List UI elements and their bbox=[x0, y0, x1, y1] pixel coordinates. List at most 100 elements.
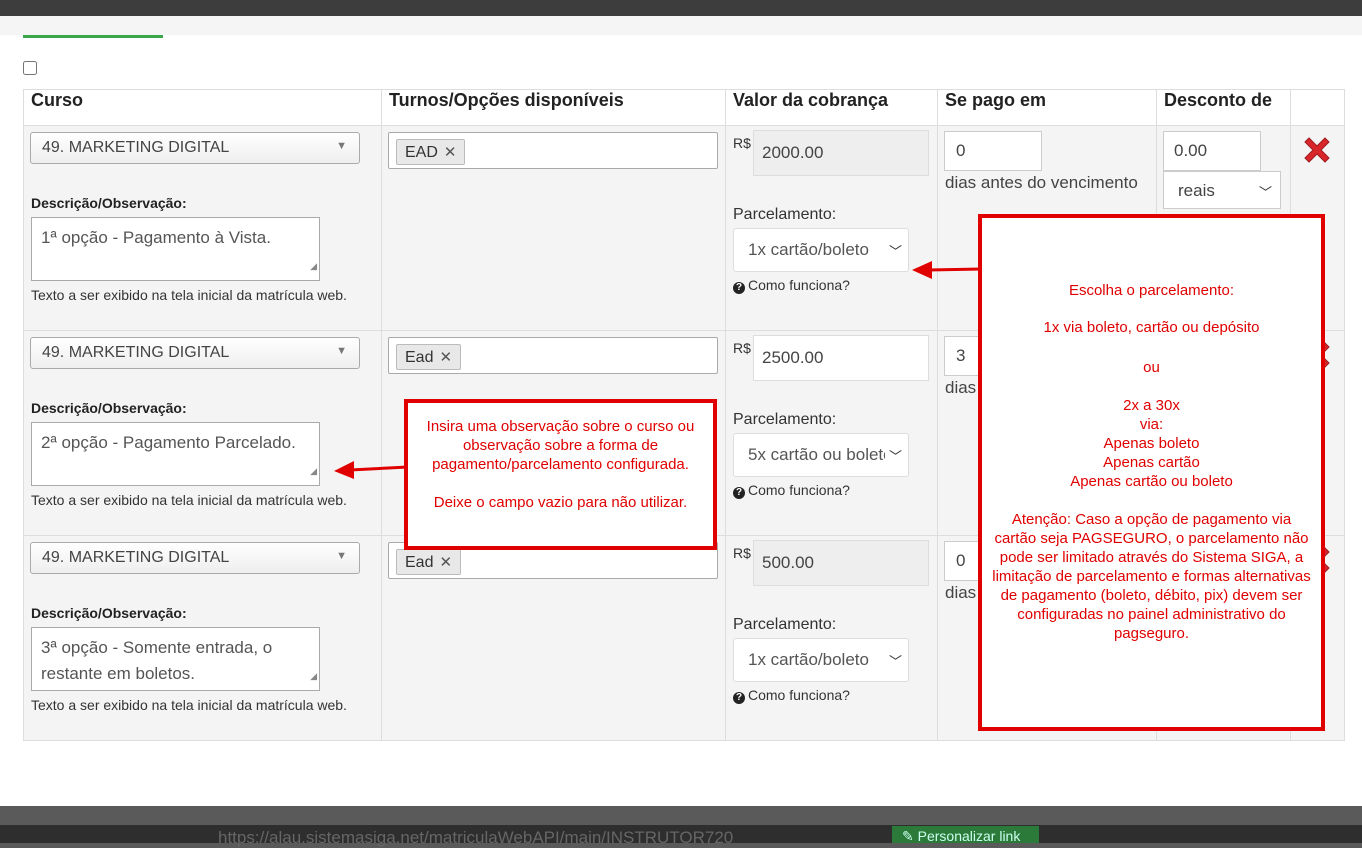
course-select[interactable]: 49. MARKETING DIGITAL ▼ bbox=[30, 337, 360, 369]
description-help-text: Texto a ser exibido na tela inicial da m… bbox=[31, 492, 347, 508]
header-se-pago-em: Se pago em bbox=[937, 89, 1157, 126]
question-circle-icon: ? bbox=[733, 692, 745, 704]
currency-label: R$ bbox=[733, 340, 751, 356]
red-x-icon[interactable] bbox=[1300, 133, 1334, 167]
callout-line: Escolha o parcelamento: bbox=[1068, 282, 1235, 299]
turno-tag-label: Ead bbox=[405, 554, 434, 571]
turnos-multiselect[interactable]: EAD ✕ bbox=[388, 132, 718, 169]
description-help-text: Texto a ser exibido na tela inicial da m… bbox=[31, 697, 347, 713]
cell-curso: 49. MARKETING DIGITAL ▼ Descrição/Observ… bbox=[23, 535, 382, 741]
cell-valor: R$ 2500.00 Parcelamento: 5x cartão ou bo… bbox=[725, 330, 938, 536]
header-valor: Valor da cobrança bbox=[725, 89, 938, 126]
turno-tag-label: EAD bbox=[405, 144, 438, 161]
description-textarea[interactable]: 3ª opção - Somente entrada, o restante e… bbox=[31, 627, 320, 691]
how-it-works-link[interactable]: ? Como funciona? bbox=[733, 277, 850, 294]
resize-grip-icon[interactable]: ◢ bbox=[310, 663, 317, 689]
description-textarea[interactable]: 1ª opção - Pagamento à Vista. ◢ bbox=[31, 217, 320, 281]
discount-unit-value: reais bbox=[1178, 181, 1215, 200]
turno-tag: Ead ✕ bbox=[396, 549, 462, 575]
cell-curso: 49. MARKETING DIGITAL ▼ Descrição/Observ… bbox=[23, 125, 382, 331]
course-select-value: 49. MARKETING DIGITAL bbox=[42, 549, 230, 566]
cell-turnos: EAD ✕ bbox=[381, 125, 726, 331]
turno-tag: EAD ✕ bbox=[396, 139, 466, 165]
currency-label: R$ bbox=[733, 135, 751, 151]
close-icon[interactable]: ✕ bbox=[439, 554, 452, 571]
panel-header-band bbox=[0, 16, 1362, 35]
close-icon[interactable]: ✕ bbox=[444, 144, 457, 161]
description-text: 3ª opção - Somente entrada, o restante e… bbox=[41, 638, 273, 683]
how-it-works-link[interactable]: ? Como funciona? bbox=[733, 687, 850, 704]
chevron-down-icon: ﹀ bbox=[884, 651, 902, 670]
callout-line: via: bbox=[1139, 416, 1164, 433]
question-circle-icon: ? bbox=[733, 487, 745, 499]
days-label: dias bbox=[945, 378, 977, 397]
arrow-left-icon bbox=[912, 261, 983, 279]
active-tab-indicator bbox=[23, 35, 163, 38]
callout-observacao-note: Deixe o campo vazio para não utilizar. bbox=[433, 494, 688, 511]
how-it-works-text: Como funciona? bbox=[748, 277, 850, 293]
course-select-value: 49. MARKETING DIGITAL bbox=[42, 139, 230, 156]
parcelamento-label: Parcelamento: bbox=[733, 206, 837, 223]
callout-line: Apenas cartão ou boleto bbox=[1070, 473, 1233, 490]
modal-top-border bbox=[0, 0, 1362, 16]
select-all-checkbox[interactable] bbox=[23, 61, 37, 75]
edit-icon: ✎ bbox=[902, 828, 918, 844]
parcelamento-label: Parcelamento: bbox=[733, 616, 837, 633]
callout-line: Apenas cartão bbox=[1103, 454, 1200, 471]
chevron-down-icon: ▼ bbox=[336, 550, 347, 562]
question-circle-icon: ? bbox=[733, 282, 745, 294]
callout-line: Apenas boleto bbox=[1103, 435, 1200, 452]
cell-turnos: Ead ✕ bbox=[381, 535, 726, 741]
parcelamento-value: 5x cartão ou boleto bbox=[748, 445, 893, 464]
course-select[interactable]: 49. MARKETING DIGITAL ▼ bbox=[30, 542, 360, 574]
personalizar-link-button[interactable]: ✎ Personalizar link bbox=[892, 826, 1039, 844]
chevron-down-icon: ﹀ bbox=[1258, 185, 1272, 200]
course-select[interactable]: 49. MARKETING DIGITAL ▼ bbox=[30, 132, 360, 164]
turnos-multiselect[interactable]: Ead ✕ bbox=[388, 337, 718, 374]
chevron-down-icon: ﹀ bbox=[884, 446, 902, 465]
turno-tag: Ead ✕ bbox=[396, 344, 462, 370]
chevron-down-icon: ﹀ bbox=[884, 241, 902, 260]
callout-observacao-text: Insira uma observação sobre o curso ou o… bbox=[426, 418, 695, 473]
parcelamento-select[interactable]: 5x cartão ou boleto ﹀ bbox=[733, 433, 909, 477]
description-help-text: Texto a ser exibido na tela inicial da m… bbox=[31, 287, 347, 303]
parcelamento-value: 1x cartão/boleto bbox=[748, 240, 869, 259]
description-label: Descrição/Observação: bbox=[31, 605, 187, 621]
description-label: Descrição/Observação: bbox=[31, 400, 187, 416]
description-text: 1ª opção - Pagamento à Vista. bbox=[41, 228, 271, 247]
resize-grip-icon[interactable]: ◢ bbox=[310, 458, 317, 484]
how-it-works-text: Como funciona? bbox=[748, 482, 850, 498]
parcelamento-select[interactable]: 1x cartão/boleto ﹀ bbox=[733, 638, 909, 682]
cell-valor: R$ 500.00 Parcelamento: 1x cartão/boleto… bbox=[725, 535, 938, 741]
personalizar-link-label: Personalizar link bbox=[917, 828, 1021, 844]
close-icon[interactable]: ✕ bbox=[439, 349, 452, 366]
description-text: 2ª opção - Pagamento Parcelado. bbox=[41, 433, 296, 452]
description-textarea[interactable]: 2ª opção - Pagamento Parcelado. ◢ bbox=[31, 422, 320, 486]
parcelamento-select[interactable]: 1x cartão/boleto ﹀ bbox=[733, 228, 909, 272]
course-select-value: 49. MARKETING DIGITAL bbox=[42, 344, 230, 361]
table-header-row: Curso Turnos/Opções disponíveis Valor da… bbox=[23, 89, 1345, 126]
charge-value-input[interactable]: 2000.00 bbox=[753, 130, 929, 176]
header-desconto: Desconto de bbox=[1156, 89, 1291, 126]
header-curso: Curso bbox=[23, 89, 382, 126]
cell-valor: R$ 2000.00 Parcelamento: 1x cartão/bolet… bbox=[725, 125, 938, 331]
charge-value-input[interactable]: 500.00 bbox=[753, 540, 929, 586]
parcelamento-label: Parcelamento: bbox=[733, 411, 837, 428]
charge-value-input[interactable]: 2500.00 bbox=[753, 335, 929, 381]
days-label: dias antes do vencimento bbox=[945, 173, 1138, 192]
header-actions bbox=[1290, 89, 1345, 126]
days-label: dias bbox=[945, 583, 977, 602]
background-url-text: https://alau.sistemasiga.net/matriculaWe… bbox=[218, 828, 734, 847]
how-it-works-text: Como funciona? bbox=[748, 687, 850, 703]
discount-unit-select[interactable]: reais ﹀ bbox=[1163, 171, 1281, 209]
arrow-left-icon bbox=[334, 461, 409, 479]
discount-input[interactable]: 0.00 bbox=[1163, 131, 1261, 171]
chevron-down-icon: ▼ bbox=[336, 345, 347, 357]
description-label: Descrição/Observação: bbox=[31, 195, 187, 211]
resize-grip-icon[interactable]: ◢ bbox=[310, 253, 317, 279]
days-input[interactable]: 0 bbox=[944, 131, 1042, 171]
how-it-works-link[interactable]: ? Como funciona? bbox=[733, 482, 850, 499]
parcelamento-value: 1x cartão/boleto bbox=[748, 650, 869, 669]
callout-observacao: Insira uma observação sobre o curso ou o… bbox=[404, 399, 717, 550]
callout-line: 2x a 30x bbox=[1123, 397, 1180, 414]
